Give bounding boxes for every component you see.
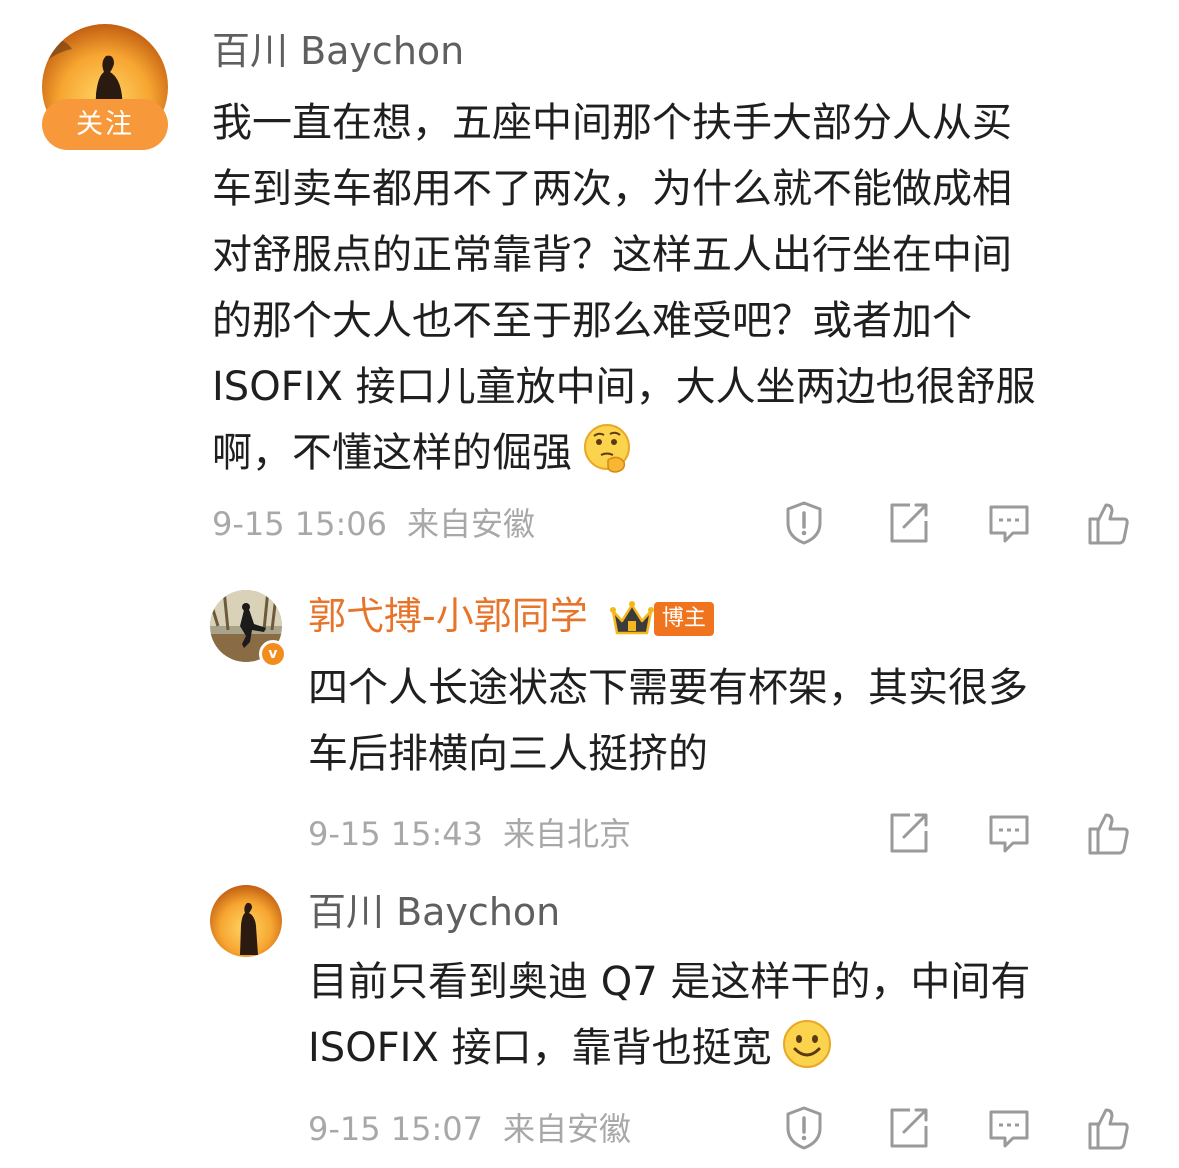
comment-line-last: 啊，不懂这样的倔强 xyxy=(212,420,1152,486)
reply-line: 四个人长途状态下需要有杯架，其实很多 xyxy=(308,665,1028,711)
reply-time: 9-15 15:43 xyxy=(308,815,484,853)
reply-location: 来自安徽 xyxy=(503,1110,632,1148)
reply-line: 车后排横向三人挺挤的 xyxy=(308,731,708,777)
like-icon[interactable] xyxy=(1084,499,1132,547)
blogger-badge: 博主 xyxy=(653,601,714,636)
reply-location: 来自北京 xyxy=(503,815,632,853)
report-icon[interactable] xyxy=(780,1104,828,1152)
reply-author[interactable]: 百川 Baychon xyxy=(308,893,560,931)
like-icon[interactable] xyxy=(1084,809,1132,857)
reply-meta: 9-15 15:43 来自北京 xyxy=(308,818,631,850)
comment-body: 我一直在想，五座中间那个扶手大部分人从买 车到卖车都用不了两次，为什么就不能做成… xyxy=(212,90,1152,486)
reply-line: ISOFIX 接口，靠背也挺宽 xyxy=(308,1025,772,1071)
share-icon[interactable] xyxy=(884,499,932,547)
thinking-emoji-icon xyxy=(580,422,634,476)
share-icon[interactable] xyxy=(884,809,932,857)
reply-author-name[interactable]: 郭弋搏-小郭同学 xyxy=(308,594,588,638)
comment-line: 的那个大人也不至于那么难受吧？或者加个 xyxy=(212,298,972,344)
avatar[interactable] xyxy=(210,885,282,957)
reply-line-last: ISOFIX 接口，靠背也挺宽 xyxy=(308,1015,1148,1081)
reply-author[interactable]: 郭弋搏-小郭同学 博主 xyxy=(308,597,714,639)
comment-line: 对舒服点的正常靠背？这样五人出行坐在中间 xyxy=(212,232,1012,278)
reply-body: 目前只看到奥迪 Q7 是这样干的，中间有 ISOFIX 接口，靠背也挺宽 xyxy=(308,949,1148,1081)
smile-emoji-icon xyxy=(780,1017,834,1071)
comment-line: 车到卖车都用不了两次，为什么就不能做成相 xyxy=(212,166,1012,212)
reply-body: 四个人长途状态下需要有杯架，其实很多 车后排横向三人挺挤的 xyxy=(308,655,1148,787)
comment-meta: 9-15 15:06 来自安徽 xyxy=(212,508,535,540)
verified-badge-icon: v xyxy=(259,640,287,668)
comment-time: 9-15 15:06 xyxy=(212,505,388,543)
report-icon[interactable] xyxy=(780,499,828,547)
comment-icon[interactable] xyxy=(985,499,1033,547)
reply-time: 9-15 15:07 xyxy=(308,1110,484,1148)
reply-line: 目前只看到奥迪 Q7 是这样干的，中间有 xyxy=(308,959,1031,1005)
follow-button[interactable]: 关注 xyxy=(42,99,168,150)
comment-icon[interactable] xyxy=(985,809,1033,857)
comment-line: 我一直在想，五座中间那个扶手大部分人从买 xyxy=(212,100,1012,146)
share-icon[interactable] xyxy=(884,1104,932,1152)
like-icon[interactable] xyxy=(1084,1104,1132,1152)
crown-icon xyxy=(609,599,654,639)
comment-author[interactable]: 百川 Baychon xyxy=(212,32,464,70)
comment-location: 来自安徽 xyxy=(407,505,536,543)
comment-line: 啊，不懂这样的倔强 xyxy=(212,430,572,476)
comment-line: ISOFIX 接口儿童放中间，大人坐两边也很舒服 xyxy=(212,364,1036,410)
comment-icon[interactable] xyxy=(985,1104,1033,1152)
reply-meta: 9-15 15:07 来自安徽 xyxy=(308,1113,631,1145)
